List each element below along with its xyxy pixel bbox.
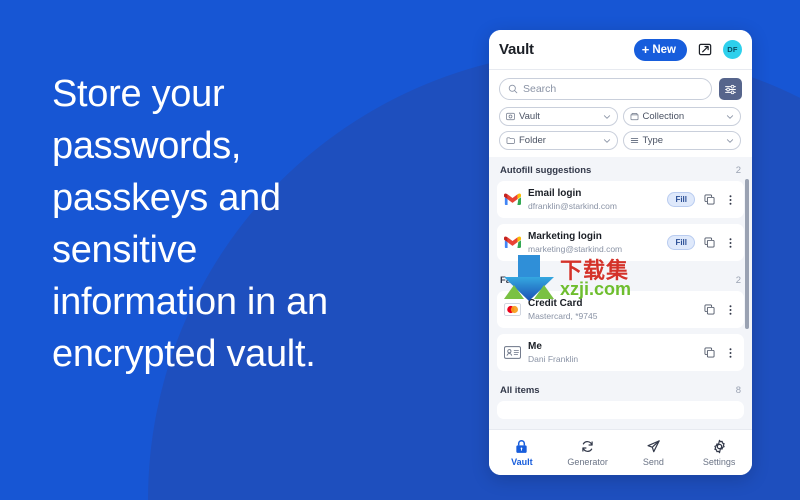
copy-icon[interactable] [702, 347, 716, 358]
filter-sliders-icon[interactable] [719, 78, 742, 100]
chip-collection[interactable]: Collection [622, 107, 741, 126]
item-title: Me [528, 341, 542, 352]
section-count: 2 [735, 275, 741, 286]
gmail-icon [504, 191, 521, 208]
bottom-navigation: Vault Generator Send Settings [489, 429, 752, 475]
paper-plane-icon [647, 439, 660, 452]
section-header-favorites: Favorites 2 [497, 267, 744, 291]
item-title: Credit Card [528, 298, 583, 309]
collection-folder-icon [630, 113, 638, 121]
plus-icon: + [641, 42, 650, 57]
folder-icon [506, 137, 515, 144]
item-subtitle: Mastercard, *9745 [528, 311, 598, 321]
more-vertical-icon[interactable] [723, 304, 737, 316]
fill-button[interactable]: Fill [667, 192, 695, 207]
page-title: Store your passwords, passkeys and sensi… [52, 73, 328, 375]
vault-title: Vault [499, 41, 534, 58]
search-input[interactable]: Search [499, 78, 712, 100]
list-scrollbar[interactable] [745, 179, 749, 329]
nav-label: Generator [567, 456, 608, 467]
list-item[interactable]: Credit Card Mastercard, *9745 [497, 291, 744, 328]
nav-item-settings[interactable]: Settings [686, 430, 752, 475]
list-item[interactable]: Email login dfranklin@starkind.com Fill [497, 181, 744, 218]
nav-item-vault[interactable]: Vault [489, 430, 555, 475]
list-item[interactable]: Marketing login marketing@starkind.com F… [497, 224, 744, 261]
gmail-icon [504, 234, 521, 251]
nav-label: Settings [702, 456, 736, 467]
chevron-down-icon [603, 138, 610, 143]
item-title: Marketing login [528, 231, 602, 242]
section-header-all-items: All items 8 [497, 377, 744, 401]
panel-header: Vault + New DF [489, 30, 752, 70]
identity-card-icon [504, 344, 521, 361]
lock-icon [516, 439, 528, 453]
item-subtitle: marketing@starkind.com [528, 244, 623, 254]
chevron-down-icon [726, 138, 734, 143]
new-item-button[interactable]: + New [633, 38, 687, 61]
copy-icon[interactable] [702, 237, 716, 248]
item-title: Email login [528, 188, 582, 199]
section-header-autofill: Autofill suggestions 2 [497, 157, 744, 181]
list-item[interactable]: Me Dani Franklin [497, 334, 744, 371]
items-list[interactable]: Autofill suggestions 2 Email login dfran… [489, 157, 752, 429]
refresh-icon [582, 440, 593, 452]
app-panel: Vault + New DF Search Vault Collection F… [489, 30, 752, 475]
section-title: Autofill suggestions [500, 165, 592, 176]
search-icon [508, 84, 518, 94]
chip-type[interactable]: Type [622, 131, 741, 150]
avatar[interactable]: DF [723, 40, 742, 59]
fill-button[interactable]: Fill [667, 235, 695, 250]
popout-icon[interactable] [694, 39, 716, 61]
chip-type-label: Type [642, 135, 664, 146]
section-title: Favorites [500, 275, 543, 286]
filter-chips: Vault Collection Folder Type [489, 105, 752, 157]
search-placeholder: Search [523, 83, 557, 95]
chip-vault-label: Vault [519, 111, 540, 122]
more-vertical-icon[interactable] [723, 194, 737, 206]
more-vertical-icon[interactable] [723, 237, 737, 249]
vault-icon [506, 112, 515, 121]
more-vertical-icon[interactable] [723, 347, 737, 359]
copy-icon[interactable] [702, 304, 716, 315]
chevron-down-icon [603, 114, 610, 119]
chevron-down-icon [726, 114, 734, 119]
nav-label: Vault [511, 456, 533, 467]
nav-item-generator[interactable]: Generator [555, 430, 621, 475]
new-item-label: New [652, 43, 676, 56]
nav-label: Send [642, 456, 664, 467]
mastercard-icon [504, 301, 521, 318]
list-type-icon [630, 138, 638, 143]
item-subtitle: Dani Franklin [528, 354, 579, 364]
chip-folder-label: Folder [519, 135, 546, 146]
gear-icon [713, 439, 725, 453]
item-subtitle: dfranklin@starkind.com [528, 201, 617, 211]
list-item[interactable] [497, 401, 744, 419]
nav-item-send[interactable]: Send [621, 430, 687, 475]
section-title: All items [500, 385, 540, 396]
search-row: Search [489, 70, 752, 105]
section-count: 8 [735, 385, 741, 396]
section-count: 2 [735, 165, 741, 176]
chip-folder[interactable]: Folder [499, 131, 618, 150]
chip-vault[interactable]: Vault [499, 107, 618, 126]
chip-collection-label: Collection [642, 111, 685, 122]
copy-icon[interactable] [702, 194, 716, 205]
